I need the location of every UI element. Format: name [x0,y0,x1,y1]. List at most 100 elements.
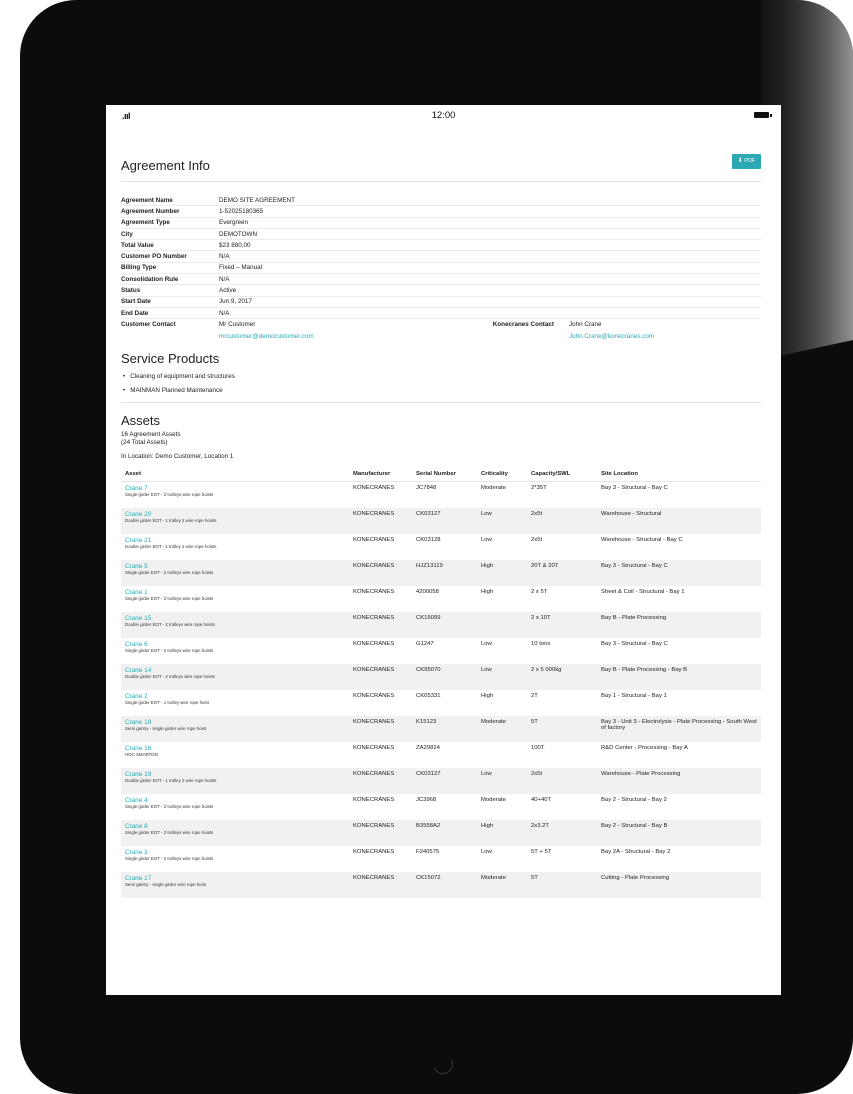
criticality-cell: Low [481,848,492,855]
asset-link[interactable]: Crane 17 [121,875,353,882]
info-row: Agreement Type Evergreen [121,217,761,229]
info-row: Start Date Jun 9, 2017 [121,296,761,308]
asset-description: Double girder EOT - 2 trolleys wire rope… [125,621,215,627]
manufacturer-cell: KONECRANES [353,715,416,742]
column-header-asset[interactable]: Asset [121,467,353,483]
site-location-cell: Bay B - Plate Processing [601,611,761,638]
asset-cell: Crane 1 Single girder EOT - 2 trolleys wi… [121,586,353,612]
info-row: Customer PO Number N/A [121,250,761,263]
info-label: Agreement Name [121,195,219,207]
asset-cell: Crane 16 HOC SMARTON [121,742,353,768]
criticality-cell: High [481,559,531,586]
capacity-cell: 20T & 20T [531,559,601,586]
capacity-cell: 2x5t [531,536,543,543]
assets-location: In Location: Demo Customer, Location 1 [121,452,234,460]
asset-cell: Crane 4 Single girder EOT - 2 trolleys wi… [121,794,353,820]
asset-description: Double girder EOT - 1 trolley 2 wire rop… [125,543,217,549]
asset-link[interactable]: Crane 2 [121,693,353,700]
asset-link[interactable]: Crane 5 [121,563,353,570]
asset-cell: Crane 21 Double girder EOT - 1 trolley 2 … [121,534,353,560]
capacity-cell: 5T [531,871,601,898]
asset-cell: Crane 17 Semi gantry - single girder wire… [121,871,353,898]
capacity-cell: 2*35T [531,485,547,492]
screen: .ııl 12:00 Agreement Info ⬇ PDF Agreemen… [106,105,781,995]
manufacturer-cell: KONECRANES [353,692,395,699]
asset-description: Double girder EOT - 1 trolley 2 wire rop… [125,777,217,783]
asset-link[interactable]: Crane 15 [121,615,353,622]
serial-cell: CK15072 [416,871,481,898]
info-value: Active [219,284,761,297]
column-header-site-location[interactable]: Site Location [601,467,761,483]
asset-description: Double girder EOT - 1 trolley 2 wire rop… [125,517,217,523]
customer-contact-name: Mr Customer [219,320,256,328]
info-value: DEMOTOWN [219,228,761,241]
table-row: Crane 4 Single girder EOT - 2 trolleys wi… [121,794,761,820]
battery-icon [754,112,772,118]
asset-description: Single girder EOT - 2 trolleys wire rope… [125,569,214,575]
site-location-cell: Bay 1 - Structural - Bay 1 [601,692,667,699]
tablet-frame: .ııl 12:00 Agreement Info ⬇ PDF Agreemen… [20,0,853,1094]
asset-cell: Crane 7 Single girder EOT - 2 trolleys wi… [121,482,353,508]
criticality-cell: High [481,692,494,699]
site-location-cell: Bay B - Plate Processing - Bay B [601,663,761,690]
asset-link[interactable]: Crane 18 [121,719,353,726]
manufacturer-cell: KONECRANES [353,744,395,751]
asset-link[interactable]: Crane 8 [121,823,353,830]
column-header-capacity[interactable]: Capacity/SWL [531,467,601,483]
capacity-cell: 100T [531,744,545,751]
asset-link[interactable]: Crane 19 [121,771,353,778]
assets-count: 16 Agreement Assets [121,430,181,438]
asset-description: Single girder EOT - 2 trolleys wire rope… [125,855,214,861]
list-item: Cleaning of equipment and structures [123,370,761,384]
capacity-cell: 40+40T [531,796,552,803]
site-location-cell: Cutting - Plate Processing [601,871,761,898]
asset-link[interactable]: Crane 7 [121,485,353,492]
asset-link[interactable]: Crane 14 [121,667,353,674]
criticality-cell [481,742,531,768]
table-row: Crane 20 Double girder EOT - 1 trolley 2 … [121,507,761,534]
table-row: Crane 3 Single girder EOT - 2 trolleys wi… [121,846,761,872]
asset-link[interactable]: Crane 16 [121,745,353,752]
manufacturer-cell: KONECRANES [353,611,416,638]
info-value: N/A [219,307,761,320]
manufacturer-cell: KONECRANES [353,640,395,647]
customer-contact-email[interactable]: mrcustomer@democustomer.com [219,330,369,344]
table-row: Crane 21 Double girder EOT - 1 trolley 2 … [121,534,761,560]
capacity-cell: 2x5t [531,507,601,534]
serial-cell: K15123 [416,715,481,742]
asset-link[interactable]: Crane 21 [121,537,353,544]
asset-cell: Crane 20 Double girder EOT - 1 trolley 2 … [121,507,353,534]
serial-cell: 4200058 [416,588,439,595]
asset-link[interactable]: Crane 20 [121,511,353,518]
info-row: Billing Type Fixed – Manual [121,262,761,275]
download-icon: ⬇ [737,158,743,164]
column-header-serial[interactable]: Serial Number [416,467,481,483]
asset-cell: Crane 8 Single girder EOT - 2 trolleys wi… [121,819,353,846]
konecranes-contact-email[interactable]: John.Crane@konecranes.com [569,330,761,344]
manufacturer-cell: KONECRANES [353,848,395,855]
site-location-cell: Bay 3 - Structural - Bay C [601,640,668,647]
pdf-download-button[interactable]: ⬇ PDF [732,154,761,169]
site-location-cell: Warehouse - Structural - Bay C [601,536,683,543]
site-location-cell: Bay 2A - Structural - Bay 2 [601,848,671,855]
pdf-label: PDF [744,158,756,164]
asset-description: Single girder EOT - 2 trolleys wire rope… [125,829,214,835]
column-header-criticality[interactable]: Criticality [481,467,531,483]
konecranes-contact-name: John Crane [569,320,602,328]
manufacturer-cell: KONECRANES [353,767,416,794]
column-header-manufacturer[interactable]: Manufacturer [353,467,416,483]
info-row: Status Active [121,284,761,297]
list-item: MAINMAN Planned Maintenance [123,384,761,398]
asset-link[interactable]: Crane 1 [121,589,353,596]
service-products-list: Cleaning of equipment and structures MAI… [121,370,761,398]
manufacturer-cell: KONECRANES [353,559,416,586]
info-label: Agreement Type [121,217,219,229]
table-row: Crane 19 Double girder EOT - 1 trolley 2 … [121,767,761,794]
criticality-cell: Moderate [481,796,506,803]
table-header: Asset Manufacturer Serial Number Critica… [121,467,761,483]
site-location-cell: Bay 3 - Structural - Bay C [601,485,668,492]
asset-description: Single girder EOT - 2 trolleys wire rope… [125,595,214,601]
asset-link[interactable]: Crane 4 [121,797,353,804]
asset-link[interactable]: Crane 6 [121,641,353,648]
asset-link[interactable]: Crane 3 [121,849,353,856]
